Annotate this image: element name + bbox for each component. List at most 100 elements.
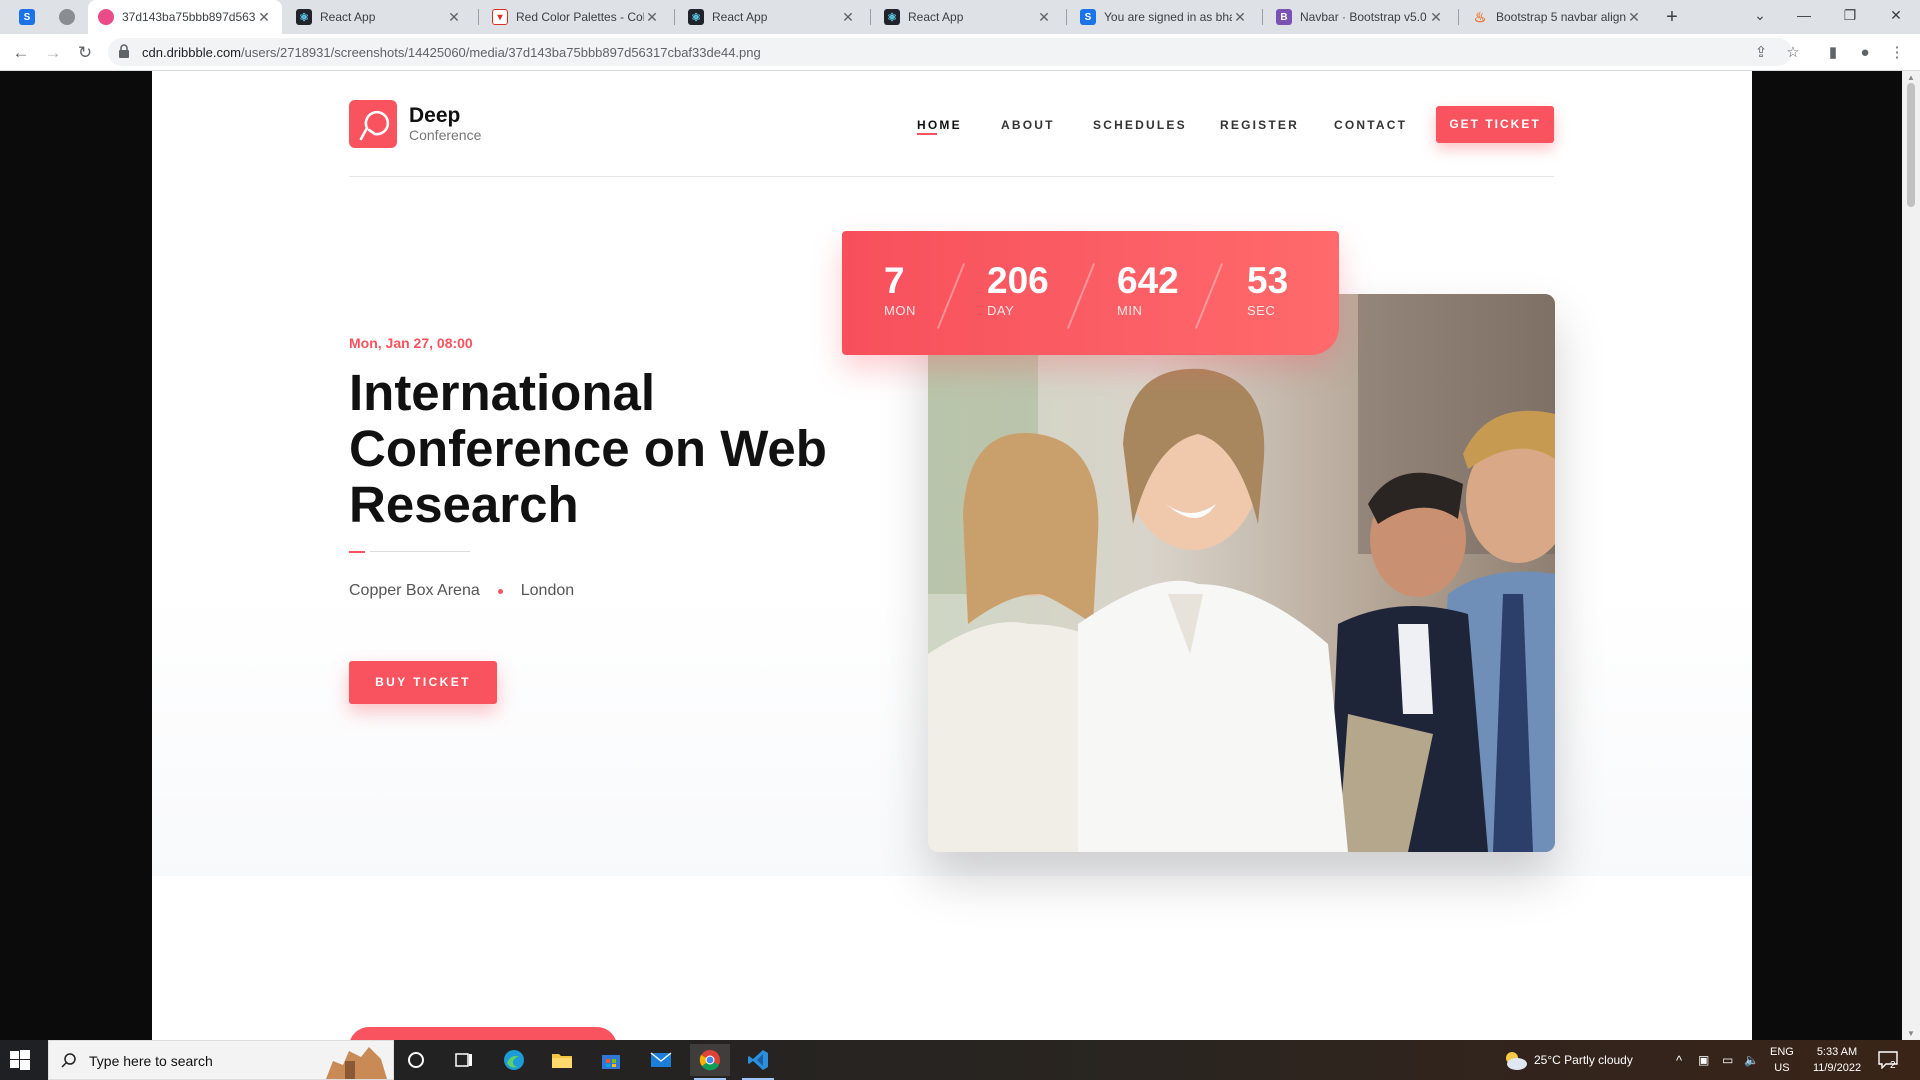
- minimize-button[interactable]: —: [1784, 0, 1824, 30]
- nav-about[interactable]: ABOUT: [1001, 118, 1055, 132]
- brand-logo-link[interactable]: Deep Conference: [349, 100, 481, 148]
- task-view-icon[interactable]: [444, 1044, 484, 1076]
- browser-tab[interactable]: ⚛ React App ✕: [678, 0, 866, 34]
- new-tab-button[interactable]: +: [1660, 5, 1684, 29]
- weather-widget[interactable]: 25°C Partly cloudy: [1502, 1040, 1633, 1080]
- meet-now-icon[interactable]: ▣: [1698, 1040, 1709, 1080]
- partly-cloudy-icon: [1506, 1052, 1527, 1070]
- taskbar-search[interactable]: Type here to search: [48, 1040, 394, 1080]
- venue-name: Copper Box Arena: [349, 582, 480, 599]
- address-bar[interactable]: cdn.dribbble.com/users/2718931/screensho…: [108, 38, 1792, 66]
- tab-title: Navbar · Bootstrap v5.0: [1300, 10, 1427, 24]
- mail-icon[interactable]: [641, 1044, 681, 1076]
- notifications-icon[interactable]: 2: [1878, 1040, 1898, 1080]
- nav-schedules[interactable]: SCHEDULES: [1093, 118, 1187, 132]
- network-icon[interactable]: ▭: [1722, 1040, 1733, 1080]
- react-icon: ⚛: [688, 9, 704, 25]
- brand-name: Deep: [409, 104, 461, 127]
- bookmark-star-icon[interactable]: ☆: [1780, 40, 1806, 66]
- close-icon[interactable]: ✕: [644, 9, 660, 26]
- menu-kebab-icon[interactable]: ⋮: [1884, 40, 1910, 66]
- close-icon[interactable]: ✕: [256, 9, 272, 26]
- countdown-timer: 7 MON 206 DAY 642 MIN 53 SEC: [842, 231, 1339, 355]
- browser-tab-active[interactable]: 37d143ba75bbb897d56317 ✕: [88, 0, 282, 34]
- notification-count: 2: [1890, 1059, 1896, 1071]
- search-placeholder: Type here to search: [89, 1053, 213, 1069]
- venue-city: London: [520, 582, 575, 599]
- circle-icon: [59, 9, 75, 25]
- lock-icon: [119, 44, 129, 58]
- browser-tab[interactable]: ⚛ React App ✕: [874, 0, 1062, 34]
- tab-title: React App: [320, 10, 376, 24]
- close-icon[interactable]: ✕: [1232, 9, 1248, 26]
- chrome-icon[interactable]: [690, 1044, 730, 1080]
- browser-tab-strip: S 37d143ba75bbb897d56317 ✕ ⚛ React App ✕…: [0, 0, 1920, 34]
- cup-icon: ▾: [492, 9, 508, 25]
- microsoft-store-icon[interactable]: [591, 1044, 631, 1076]
- s-icon: S: [1080, 9, 1096, 25]
- browser-tab[interactable]: S You are signed in as bha ✕: [1070, 0, 1258, 34]
- file-explorer-icon[interactable]: [542, 1044, 582, 1076]
- profile-avatar-icon[interactable]: ●: [1852, 40, 1878, 66]
- tab-title: React App: [908, 10, 964, 24]
- page-scrollbar[interactable]: ▲ ▼: [1902, 71, 1920, 1040]
- close-window-button[interactable]: ✕: [1876, 0, 1916, 30]
- search-icon: [61, 1053, 76, 1068]
- browser-tab[interactable]: B Navbar · Bootstrap v5.0 ✕: [1266, 0, 1454, 34]
- share-icon[interactable]: ⇪: [1748, 40, 1774, 66]
- close-icon[interactable]: ✕: [840, 9, 856, 26]
- browser-toolbar: ← → ↻ cdn.dribbble.com/users/2718931/scr…: [0, 34, 1920, 71]
- vscode-icon[interactable]: [738, 1044, 778, 1080]
- browser-tab[interactable]: ⚛ React App ✕: [286, 0, 472, 34]
- forward-button[interactable]: →: [40, 40, 66, 66]
- windows-start-icon[interactable]: [10, 1050, 30, 1070]
- search-highlight-illustration-icon: [326, 1047, 387, 1079]
- header-divider: [349, 176, 1554, 177]
- brand-subtitle: Conference: [409, 127, 482, 143]
- nav-home[interactable]: HOME: [917, 118, 962, 132]
- tab-search-button[interactable]: ⌄: [1740, 0, 1780, 30]
- cortana-icon[interactable]: [396, 1044, 436, 1076]
- close-icon[interactable]: ✕: [446, 9, 462, 26]
- side-panel-icon[interactable]: ▮: [1820, 40, 1846, 66]
- browser-tab[interactable]: ♨ Bootstrap 5 navbar align ✕: [1462, 0, 1652, 34]
- tab-title: Red Color Palettes - Colo: [516, 10, 644, 24]
- url-text: cdn.dribbble.com/users/2718931/screensho…: [142, 45, 761, 60]
- brand-logo-icon: [349, 100, 397, 148]
- get-ticket-button[interactable]: GET TICKET: [1436, 106, 1554, 143]
- nav-contact[interactable]: CONTACT: [1334, 118, 1407, 132]
- title-accent-line: [349, 551, 365, 553]
- react-icon: ⚛: [884, 9, 900, 25]
- edge-browser-icon[interactable]: [494, 1044, 534, 1076]
- bootstrap-icon: B: [1276, 9, 1292, 25]
- close-icon[interactable]: ✕: [1036, 9, 1052, 26]
- weather-text: 25°C Partly cloudy: [1534, 1053, 1633, 1067]
- close-icon[interactable]: ✕: [1626, 9, 1642, 26]
- buy-ticket-button[interactable]: BUY TICKET: [349, 661, 497, 704]
- countdown-minutes: 642 MIN: [1117, 260, 1179, 319]
- scroll-up-icon[interactable]: ▲: [1907, 73, 1915, 82]
- event-date: Mon, Jan 27, 08:00: [349, 335, 473, 351]
- system-clock[interactable]: 5:33 AM 11/9/2022: [1802, 1044, 1872, 1076]
- dribbble-shot-image: Deep Conference HOME ABOUT SCHEDULES REG…: [152, 71, 1752, 1040]
- scrollbar-thumb[interactable]: [1907, 83, 1915, 207]
- scroll-down-icon[interactable]: ▼: [1907, 1029, 1915, 1038]
- show-hidden-icons-button[interactable]: ^: [1676, 1040, 1682, 1080]
- page-title: International Conference on Web Research: [349, 364, 827, 533]
- reload-button[interactable]: ↻: [72, 40, 98, 66]
- browser-tab[interactable]: S: [14, 0, 40, 34]
- tab-title: You are signed in as bha: [1104, 10, 1232, 24]
- back-button[interactable]: ←: [8, 40, 34, 66]
- separator-dot: [497, 588, 503, 594]
- restore-button[interactable]: ❐: [1830, 0, 1870, 30]
- nav-register[interactable]: REGISTER: [1220, 118, 1299, 132]
- event-location: Copper Box Arena London: [349, 582, 574, 600]
- browser-tab[interactable]: ▾ Red Color Palettes - Colo ✕: [482, 0, 670, 34]
- dribbble-icon: [98, 9, 114, 25]
- windows-taskbar: Type here to search 25°C Partly cloudy ^…: [0, 1040, 1920, 1080]
- close-icon[interactable]: ✕: [1428, 9, 1444, 26]
- browser-tab[interactable]: [54, 0, 80, 34]
- volume-icon[interactable]: 🔈: [1744, 1040, 1759, 1080]
- input-language[interactable]: ENG US: [1770, 1044, 1794, 1076]
- tab-title: Bootstrap 5 navbar align: [1496, 10, 1626, 24]
